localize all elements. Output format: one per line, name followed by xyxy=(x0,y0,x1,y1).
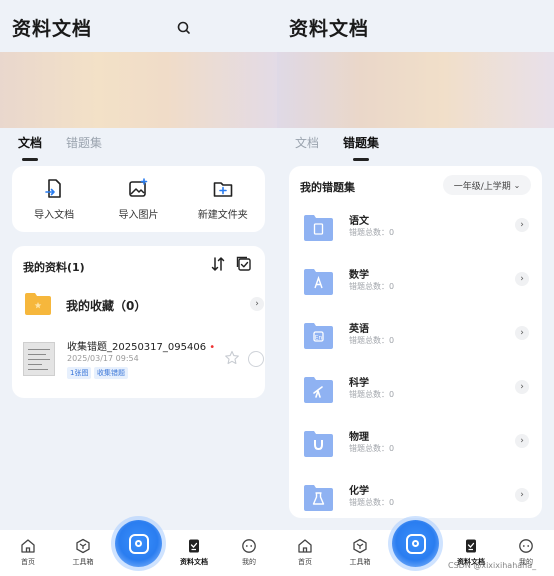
chevron-right-icon: › xyxy=(515,434,529,448)
chevron-right-icon: › xyxy=(515,218,529,232)
english-icon: En xyxy=(304,323,333,349)
chevron-right-icon: › xyxy=(515,272,529,286)
toolbox-icon xyxy=(76,538,90,554)
flask-icon xyxy=(304,485,333,511)
import-image-label: 导入图片 xyxy=(118,210,159,221)
svg-text:En: En xyxy=(315,334,323,341)
tag-image-count: 1张图 xyxy=(67,367,92,379)
banner[interactable] xyxy=(277,52,554,128)
nav-toolbox[interactable]: 工具箱 xyxy=(340,538,380,567)
quick-actions-card: 导入文档 导入图片 新建文件夹 xyxy=(12,166,265,232)
new-folder-button[interactable]: 新建文件夹 xyxy=(188,178,258,221)
subject-item-chinese[interactable]: 语文 错题总数：0 › xyxy=(303,210,535,250)
toolbox-icon xyxy=(353,538,367,554)
my-error-sets-card: 我的错题集 一年级/上学期 ⌄ 语文 错题总数：0 › 数学 错题总数：0 › … xyxy=(289,166,542,518)
document-icon xyxy=(466,539,476,553)
camera-icon xyxy=(405,533,426,554)
document-icon xyxy=(189,539,199,553)
nav-documents[interactable]: 资料文档 xyxy=(174,538,214,567)
import-document-label: 导入文档 xyxy=(34,210,75,221)
subject-item-english[interactable]: En 英语 错题总数：0 › xyxy=(303,318,535,358)
home-icon xyxy=(21,539,35,553)
import-image-button[interactable]: 导入图片 xyxy=(103,178,173,221)
camera-button[interactable] xyxy=(392,520,439,567)
search-icon[interactable] xyxy=(176,20,192,36)
chevron-right-icon: › xyxy=(515,326,529,340)
app-title: 资料文档 xyxy=(12,18,93,40)
favorites-row[interactable]: 我的收藏（0） › xyxy=(24,292,264,320)
chevron-right-icon: › xyxy=(250,297,264,311)
import-document-icon xyxy=(45,179,61,198)
chevron-down-icon: ⌄ xyxy=(513,180,521,190)
grade-selector[interactable]: 一年级/上学期 ⌄ xyxy=(443,175,531,195)
my-error-sets-title: 我的错题集 xyxy=(300,181,355,194)
subject-item-physics[interactable]: 物理 错题总数：0 › xyxy=(303,426,535,466)
documents-screen: 资料文档 文档 错题集 导入文档 导入图片 新建文件夹 我的资料(1) 我的收藏… xyxy=(0,0,277,576)
sort-icon[interactable] xyxy=(210,256,226,272)
tab-error-sets[interactable]: 错题集 xyxy=(66,134,102,157)
profile-icon xyxy=(242,539,256,553)
tab-error-sets[interactable]: 错题集 xyxy=(343,134,379,161)
tab-bar: 文档 错题集 xyxy=(295,134,379,161)
tab-bar: 文档 错题集 xyxy=(18,134,102,161)
document-item[interactable]: 收集错题_20250317_095406 • 2025/03/17 09:54 … xyxy=(22,338,264,384)
book-icon xyxy=(304,215,333,241)
magnet-icon xyxy=(304,431,333,457)
profile-icon xyxy=(519,539,533,553)
subject-item-chemistry[interactable]: 化学 错题总数：0 › xyxy=(303,480,535,520)
tab-documents[interactable]: 文档 xyxy=(295,134,319,157)
home-icon xyxy=(298,539,312,553)
banner[interactable] xyxy=(0,52,277,128)
nav-home[interactable]: 首页 xyxy=(8,538,48,567)
subject-item-math[interactable]: 数学 错题总数：0 › xyxy=(303,264,535,304)
import-image-icon xyxy=(129,178,148,197)
my-documents-card: 我的资料(1) 我的收藏（0） › 收集错题_20250317_095406 •… xyxy=(12,246,265,398)
nav-toolbox[interactable]: 工具箱 xyxy=(63,538,103,567)
star-folder-icon xyxy=(25,293,51,315)
document-thumbnail xyxy=(23,342,55,376)
star-icon[interactable] xyxy=(224,350,240,366)
select-radio[interactable] xyxy=(248,351,264,367)
document-date: 2025/03/17 09:54 xyxy=(67,354,139,363)
nav-profile[interactable]: 我的 xyxy=(229,538,269,567)
camera-icon xyxy=(128,533,149,554)
app-title: 资料文档 xyxy=(289,18,370,40)
chevron-right-icon: › xyxy=(515,380,529,394)
subject-item-science[interactable]: 科学 错题总数：0 › xyxy=(303,372,535,412)
favorites-label: 我的收藏（0） xyxy=(66,299,147,313)
watermark: CSDN @xixixihahaha_ xyxy=(448,561,537,570)
tag-collect-errors: 收集错题 xyxy=(94,367,128,379)
tab-documents[interactable]: 文档 xyxy=(18,134,42,161)
new-folder-icon xyxy=(213,182,233,197)
chevron-right-icon: › xyxy=(515,488,529,502)
nav-home[interactable]: 首页 xyxy=(285,538,325,567)
math-icon xyxy=(304,269,333,295)
telescope-icon xyxy=(304,377,333,403)
new-folder-label: 新建文件夹 xyxy=(197,210,248,221)
camera-button[interactable] xyxy=(115,520,162,567)
import-document-button[interactable]: 导入文档 xyxy=(19,178,89,221)
my-documents-title: 我的资料(1) xyxy=(23,261,85,274)
error-sets-screen: 资料文档 文档 错题集 我的错题集 一年级/上学期 ⌄ 语文 错题总数：0 › … xyxy=(277,0,554,576)
multi-select-icon[interactable] xyxy=(236,256,252,272)
document-name: 收集错题_20250317_095406 • xyxy=(67,342,216,353)
